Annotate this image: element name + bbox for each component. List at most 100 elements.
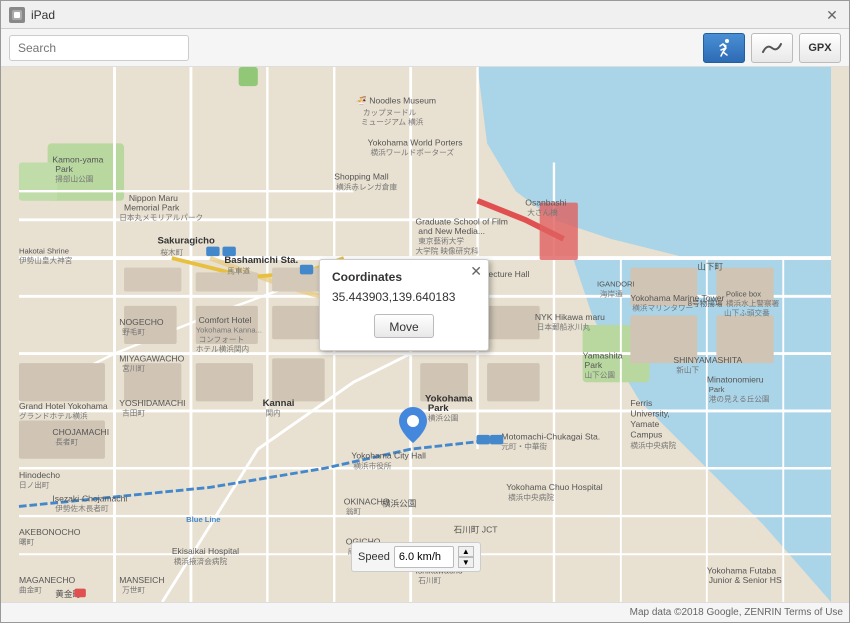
svg-text:山下公園: 山下公園 bbox=[585, 369, 616, 379]
app-icon bbox=[9, 7, 25, 23]
move-button[interactable]: Move bbox=[374, 314, 434, 338]
app-window: iPad ✕ GPX bbox=[0, 0, 850, 623]
svg-text:長者町: 長者町 bbox=[55, 437, 78, 446]
svg-text:Park: Park bbox=[55, 164, 73, 174]
svg-text:山下町: 山下町 bbox=[697, 262, 723, 272]
svg-text:MANSEICH: MANSEICH bbox=[119, 575, 164, 585]
svg-text:関内: 関内 bbox=[265, 408, 280, 418]
svg-text:SHINYAMASHITA: SHINYAMASHITA bbox=[673, 355, 742, 365]
svg-text:大さん橋: 大さん橋 bbox=[527, 207, 558, 217]
svg-text:Yokohama Kanna...: Yokohama Kanna... bbox=[196, 326, 262, 335]
svg-text:Memorial Park: Memorial Park bbox=[124, 202, 180, 212]
svg-text:大学院 映像研究科: 大学院 映像研究科 bbox=[415, 245, 478, 255]
svg-text:Park: Park bbox=[428, 403, 449, 414]
svg-text:Comfort Hotel: Comfort Hotel bbox=[199, 315, 252, 325]
svg-text:コンフォート: コンフォート bbox=[199, 335, 245, 344]
svg-text:日本丸メモリアルパーク: 日本丸メモリアルパーク bbox=[119, 212, 203, 222]
map-container[interactable]: Kamon-yama Park 掃部山公園 Nippon Maru Memori… bbox=[1, 67, 849, 602]
close-button[interactable]: ✕ bbox=[823, 6, 841, 24]
popup-coordinates: 35.443903,139.640183 bbox=[332, 290, 476, 304]
svg-text:Kannai: Kannai bbox=[263, 398, 295, 409]
svg-text:CHOJAMACHI: CHOJAMACHI bbox=[52, 427, 109, 437]
svg-text:and New Media...: and New Media... bbox=[418, 226, 485, 236]
speed-down-button[interactable]: ▼ bbox=[458, 557, 474, 568]
svg-text:曙町: 曙町 bbox=[19, 538, 35, 547]
svg-text:万世町: 万世町 bbox=[122, 584, 145, 594]
svg-text:ミュージアム 横浜: ミュージアム 横浜 bbox=[361, 116, 424, 126]
status-text: Map data ©2018 Google, ZENRIN Terms of U… bbox=[630, 607, 843, 618]
svg-text:Ekisaikai Hospital: Ekisaikai Hospital bbox=[172, 546, 239, 556]
svg-text:8号物揚場: 8号物揚場 bbox=[688, 298, 723, 308]
svg-text:Police box: Police box bbox=[726, 289, 761, 298]
chart-button[interactable] bbox=[751, 33, 793, 63]
svg-text:海岸通: 海岸通 bbox=[600, 288, 623, 298]
svg-text:横浜中央病院: 横浜中央病院 bbox=[508, 492, 554, 502]
svg-text:吉田町: 吉田町 bbox=[122, 409, 145, 418]
popup-title: Coordinates bbox=[332, 270, 476, 284]
svg-text:Yokohama City Hall: Yokohama City Hall bbox=[351, 451, 426, 461]
speed-control: Speed ▲ ▼ bbox=[351, 542, 481, 572]
svg-text:Yokohama Futaba: Yokohama Futaba bbox=[707, 565, 777, 575]
svg-text:Grand Hotel Yokohama: Grand Hotel Yokohama bbox=[19, 401, 108, 411]
speed-spinner: ▲ ▼ bbox=[458, 546, 474, 568]
svg-text:MAGANECHO: MAGANECHO bbox=[19, 575, 76, 585]
svg-text:Hakotai Shrine: Hakotai Shrine bbox=[19, 246, 69, 255]
svg-text:Nippon Maru: Nippon Maru bbox=[129, 193, 178, 203]
svg-text:Osanbashi: Osanbashi bbox=[525, 198, 566, 208]
svg-text:伊勢山皇大神宮: 伊勢山皇大神宮 bbox=[19, 255, 73, 265]
svg-text:Yamate: Yamate bbox=[630, 419, 659, 429]
svg-text:Ferris: Ferris bbox=[630, 398, 652, 408]
svg-text:横浜市役所: 横浜市役所 bbox=[353, 460, 392, 470]
svg-text:YOSHIDAMACHI: YOSHIDAMACHI bbox=[119, 398, 185, 408]
svg-text:Minatonomieru: Minatonomieru bbox=[707, 374, 764, 384]
svg-text:横浜中央病院: 横浜中央病院 bbox=[630, 440, 676, 450]
svg-text:Kamon-yama: Kamon-yama bbox=[52, 155, 103, 165]
svg-text:桜木町: 桜木町 bbox=[160, 247, 183, 257]
title-bar-left: iPad bbox=[9, 7, 55, 23]
speed-label: Speed bbox=[358, 551, 390, 563]
svg-text:Park: Park bbox=[709, 385, 725, 394]
svg-text:石川町 JCT: 石川町 JCT bbox=[454, 524, 499, 534]
svg-text:🍜 Noodles Museum: 🍜 Noodles Museum bbox=[356, 95, 436, 105]
svg-text:Junior & Senior HS: Junior & Senior HS bbox=[709, 575, 782, 585]
popup-close-button[interactable]: ✕ bbox=[470, 264, 482, 278]
speed-up-button[interactable]: ▲ bbox=[458, 546, 474, 557]
svg-text:伊勢佐木長者町: 伊勢佐木長者町 bbox=[55, 503, 109, 513]
svg-text:カップヌードル: カップヌードル bbox=[363, 108, 417, 117]
svg-text:University,: University, bbox=[630, 409, 669, 419]
svg-text:Yamashita: Yamashita bbox=[583, 350, 623, 360]
svg-text:Yokohama Chuo Hospital: Yokohama Chuo Hospital bbox=[506, 482, 603, 492]
svg-text:横浜ワールドポーターズ: 横浜ワールドポーターズ bbox=[371, 147, 455, 157]
svg-text:石川町: 石川町 bbox=[418, 576, 441, 585]
window-title: iPad bbox=[31, 8, 55, 22]
svg-text:Sakuragicho: Sakuragicho bbox=[158, 236, 215, 247]
svg-text:馬車道: 馬車道 bbox=[227, 265, 250, 275]
svg-text:横浜公園: 横浜公園 bbox=[428, 412, 459, 422]
svg-text:日ノ出町: 日ノ出町 bbox=[19, 479, 50, 489]
search-input[interactable] bbox=[9, 35, 189, 61]
toolbar: GPX bbox=[1, 29, 849, 67]
svg-text:Bashamichi Sta.: Bashamichi Sta. bbox=[224, 255, 298, 266]
run-button[interactable] bbox=[703, 33, 745, 63]
svg-text:日本郵船氷川丸: 日本郵船氷川丸 bbox=[537, 322, 591, 332]
svg-text:NOGECHO: NOGECHO bbox=[119, 317, 164, 327]
map-pin[interactable] bbox=[399, 407, 427, 446]
svg-text:ホテル横浜関内: ホテル横浜関内 bbox=[196, 344, 249, 354]
svg-text:Graduate School of Film: Graduate School of Film bbox=[415, 217, 507, 227]
svg-text:NYK Hikawa maru: NYK Hikawa maru bbox=[535, 312, 605, 322]
svg-text:元町・中華街: 元町・中華街 bbox=[501, 441, 547, 451]
coordinate-popup: ✕ Coordinates 35.443903,139.640183 Move bbox=[319, 259, 489, 351]
svg-text:横浜水上警察署: 横浜水上警察署 bbox=[726, 298, 780, 308]
speed-input[interactable] bbox=[394, 546, 454, 568]
svg-text:AKEBONOCHO: AKEBONOCHO bbox=[19, 527, 81, 537]
svg-text:横浜掖済会病院: 横浜掖済会病院 bbox=[174, 556, 228, 566]
svg-text:MIYAGAWACHO: MIYAGAWACHO bbox=[119, 353, 184, 363]
svg-text:Blue Line: Blue Line bbox=[186, 515, 220, 524]
svg-text:港の見える丘公園: 港の見える丘公園 bbox=[709, 393, 770, 403]
svg-text:宮川町: 宮川町 bbox=[122, 363, 145, 373]
svg-text:Shopping Mall: Shopping Mall bbox=[334, 172, 388, 182]
svg-text:野毛町: 野毛町 bbox=[122, 327, 145, 337]
svg-text:Campus: Campus bbox=[630, 430, 662, 440]
gpx-button[interactable]: GPX bbox=[799, 33, 841, 63]
svg-text:横浜マリンタワー: 横浜マリンタワー bbox=[632, 303, 693, 313]
